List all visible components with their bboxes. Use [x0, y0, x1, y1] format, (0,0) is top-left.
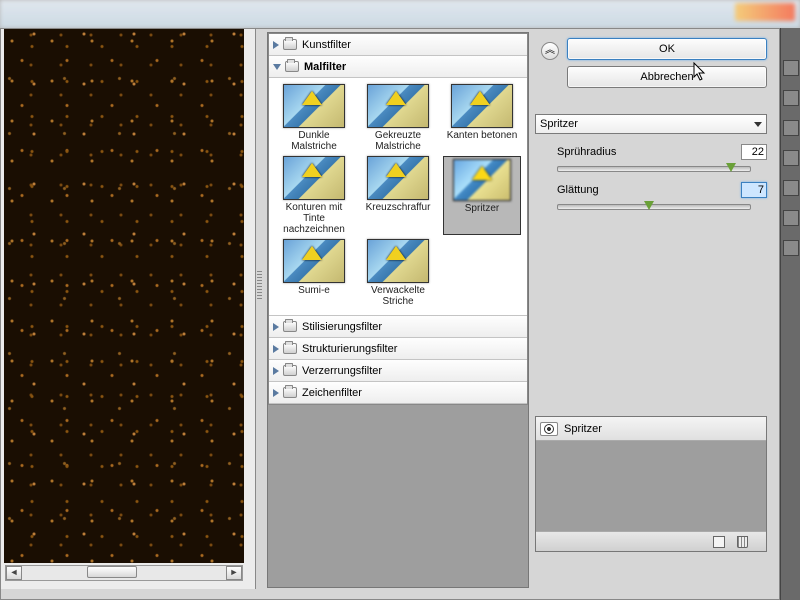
smoothing-input[interactable]: 7: [741, 182, 767, 198]
panel-divider[interactable]: [256, 29, 264, 589]
preview-panel: ◄ ►: [1, 29, 256, 589]
category-label: Verzerrungsfilter: [302, 365, 382, 377]
param-label: Sprühradius: [557, 146, 616, 158]
category-verzerrung[interactable]: Verzerrungsfilter: [269, 360, 527, 382]
malfilter-thumbnails: Dunkle Malstriche Gekreuzte Malstriche K…: [269, 78, 527, 316]
delete-effect-layer-button[interactable]: [737, 536, 748, 548]
tool-icon[interactable]: [783, 180, 799, 196]
spray-radius-slider[interactable]: [557, 166, 751, 172]
expand-down-icon: [273, 64, 281, 70]
window-title-bar: [0, 0, 800, 28]
thumb-label: Sumi-e: [298, 285, 330, 307]
thumb-konturen-tinte[interactable]: Konturen mit Tinte nachzeichnen: [275, 156, 353, 235]
thumb-label: Kanten betonen: [447, 130, 518, 152]
scroll-left-button[interactable]: ◄: [6, 566, 22, 580]
category-malfilter[interactable]: Malfilter: [269, 56, 527, 78]
ok-button[interactable]: OK: [567, 38, 767, 60]
thumb-sumi-e[interactable]: Sumi-e: [275, 239, 353, 307]
thumb-label: Spritzer: [465, 203, 499, 225]
expand-right-icon: [273, 367, 279, 375]
category-kunstfilter[interactable]: Kunstfilter: [269, 34, 527, 56]
scroll-thumb[interactable]: [87, 566, 137, 578]
thumb-preview-icon: [453, 159, 511, 201]
double-chevron-up-icon: ︽: [545, 45, 555, 56]
thumb-gekreuzte-malstriche[interactable]: Gekreuzte Malstriche: [359, 84, 437, 152]
scroll-track[interactable]: [22, 566, 226, 580]
thumb-preview-icon: [283, 84, 345, 128]
preview-texture: [4, 29, 244, 563]
thumb-preview-icon: [451, 84, 513, 128]
tool-icon[interactable]: [783, 90, 799, 106]
filter-gallery-dialog: ◄ ► Kunstfilter: [0, 28, 780, 600]
collapse-panel-button[interactable]: ︽: [541, 42, 559, 60]
category-label: Kunstfilter: [302, 39, 351, 51]
folder-icon: [283, 39, 297, 50]
app-right-toolbar: [780, 28, 800, 600]
tool-icon[interactable]: [783, 120, 799, 136]
category-label: Stilisierungsfilter: [302, 321, 382, 333]
effect-layer-label: Spritzer: [564, 423, 602, 435]
param-label: Glättung: [557, 184, 599, 196]
category-zeichen[interactable]: Zeichenfilter: [269, 382, 527, 404]
effect-layers-footer: [536, 531, 766, 551]
thumb-verwackelte-striche[interactable]: Verwackelte Striche: [359, 239, 437, 307]
thumb-label: Gekreuzte Malstriche: [359, 130, 437, 152]
spray-radius-input[interactable]: 22: [741, 144, 767, 160]
dropdown-value: Spritzer: [540, 118, 578, 130]
folder-icon: [285, 61, 299, 72]
expand-right-icon: [273, 41, 279, 49]
thumb-preview-icon: [367, 84, 429, 128]
slider-thumb-icon[interactable]: [726, 163, 736, 172]
thumb-label: Kreuzschraffur: [366, 202, 431, 224]
thumb-kreuzschraffur[interactable]: Kreuzschraffur: [359, 156, 437, 235]
thumb-preview-icon: [367, 156, 429, 200]
category-label: Zeichenfilter: [302, 387, 362, 399]
thumb-preview-icon: [283, 239, 345, 283]
category-label: Malfilter: [304, 61, 346, 73]
tool-icon[interactable]: [783, 240, 799, 256]
thumb-dunkle-malstriche[interactable]: Dunkle Malstriche: [275, 84, 353, 152]
visibility-eye-icon[interactable]: [540, 422, 558, 436]
chevron-down-icon: [754, 122, 762, 127]
effect-layer-row[interactable]: Spritzer: [536, 417, 766, 441]
folder-icon: [283, 321, 297, 332]
category-label: Strukturierungsfilter: [302, 343, 397, 355]
slider-thumb-icon[interactable]: [644, 201, 654, 210]
new-effect-layer-button[interactable]: [713, 536, 725, 548]
cancel-button[interactable]: Abbrechen: [567, 66, 767, 88]
thumb-preview-icon: [283, 156, 345, 200]
folder-icon: [283, 365, 297, 376]
folder-icon: [283, 387, 297, 398]
folder-icon: [283, 343, 297, 354]
thumb-label: Dunkle Malstriche: [275, 130, 353, 152]
thumb-preview-icon: [367, 239, 429, 283]
preview-image[interactable]: [4, 29, 244, 563]
smoothing-slider[interactable]: [557, 204, 751, 210]
divider-grip-icon: [257, 269, 262, 299]
effect-layers-panel: Spritzer: [535, 416, 767, 552]
panel-empty-area: [268, 405, 528, 581]
category-stilisierung[interactable]: Stilisierungsfilter: [269, 316, 527, 338]
thumb-kanten-betonen[interactable]: Kanten betonen: [443, 84, 521, 152]
expand-right-icon: [273, 323, 279, 331]
param-spray-radius: Sprühradius 22: [557, 146, 767, 172]
tool-icon[interactable]: [783, 150, 799, 166]
preview-horizontal-scrollbar[interactable]: ◄ ►: [5, 565, 243, 581]
param-smoothing: Glättung 7: [557, 184, 767, 210]
scroll-right-button[interactable]: ►: [226, 566, 242, 580]
expand-right-icon: [273, 345, 279, 353]
tool-icon[interactable]: [783, 60, 799, 76]
thumb-label: Konturen mit Tinte nachzeichnen: [275, 202, 353, 235]
filter-category-panel: Kunstfilter Malfilter Dunkle Malstriche: [267, 32, 529, 588]
filter-select-dropdown[interactable]: Spritzer: [535, 114, 767, 134]
category-strukturierung[interactable]: Strukturierungsfilter: [269, 338, 527, 360]
settings-panel: ︽ OK Abbrechen Spritzer Sprühradius 22: [533, 32, 775, 588]
thumb-label: Verwackelte Striche: [359, 285, 437, 307]
thumb-spritzer[interactable]: Spritzer: [443, 156, 521, 235]
tool-icon[interactable]: [783, 210, 799, 226]
expand-right-icon: [273, 389, 279, 397]
